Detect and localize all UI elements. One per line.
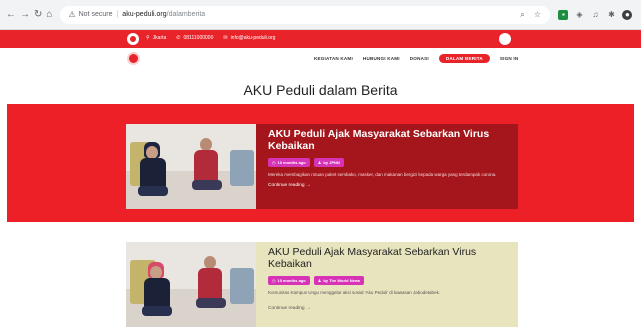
- author-badge[interactable]: ♟ by JPNN: [313, 158, 344, 167]
- post-title[interactable]: AKU Peduli Ajak Masyarakat Sebarkan Viru…: [268, 128, 508, 152]
- user-icon: ♟: [317, 160, 322, 165]
- user-icon[interactable]: [499, 33, 511, 45]
- contact-location-text: Jkarta: [152, 35, 167, 41]
- zoom-icon[interactable]: ⌕: [517, 10, 527, 20]
- author-text: by JPNN: [323, 160, 340, 165]
- pin-icon: ⚲: [146, 35, 150, 41]
- post-meta: ◷ 10 months ago ♟ by JPNN: [268, 158, 508, 167]
- menu-item-sign-in[interactable]: SIGN IN: [500, 56, 519, 61]
- menu-item-dalam-berita[interactable]: DALAM BERITA: [438, 54, 490, 63]
- back-icon[interactable]: ←: [6, 8, 16, 22]
- author-badge[interactable]: ♟ by The World News: [313, 276, 365, 285]
- date-text: 10 months ago: [277, 278, 306, 283]
- security-label: Not secure: [78, 11, 113, 18]
- contact-email-text: info@aku-peduli.org: [230, 35, 276, 41]
- contact-location: ⚲ Jkarta: [146, 35, 166, 41]
- site-header: KEGIATAN KAMI HUBUNGI KAMI DONASI DALAM …: [0, 48, 641, 70]
- extension-icon[interactable]: ◈: [574, 10, 584, 20]
- url-host: aku-peduli.org: [122, 11, 167, 18]
- address-bar[interactable]: ⚠ Not secure | aku-peduli.org/dalamberit…: [60, 5, 551, 24]
- contact-phone-text: 08111000000: [183, 35, 214, 41]
- contact-email[interactable]: ✉ info@aku-peduli.org: [223, 35, 275, 41]
- menu-item-hubungi[interactable]: HUBUNGI KAMI: [363, 56, 400, 61]
- contact-list: ⚲ Jkarta ✆ 08111000000 ✉ info@aku-peduli.or…: [146, 35, 275, 41]
- clock-icon: ◷: [272, 278, 276, 283]
- browser-toolbar: ← → ↻ ⌂ ⚠ Not secure | aku-peduli.org/da…: [0, 0, 641, 30]
- post-title[interactable]: AKU Peduli Ajak Masyarakat Sebarkan Viru…: [268, 246, 508, 270]
- post-meta: ◷ 10 months ago ♟ by The World News: [268, 276, 508, 285]
- page-title: AKU Peduli dalam Berita: [243, 82, 398, 98]
- menu-item-donasi[interactable]: DONASI: [410, 56, 429, 61]
- post-thumbnail[interactable]: [126, 242, 256, 327]
- clock-icon: ◷: [272, 160, 276, 165]
- mail-icon: ✉: [223, 35, 228, 41]
- extension-icon[interactable]: ▪: [558, 9, 569, 20]
- address-divider: |: [116, 11, 119, 18]
- date-badge: ◷ 10 months ago: [268, 276, 310, 285]
- home-icon[interactable]: ⌂: [46, 8, 52, 22]
- contact-bar: ⚲ Jkarta ✆ 08111000000 ✉ info@aku-peduli.or…: [0, 30, 641, 48]
- continue-reading-link[interactable]: Continue reading →: [268, 183, 508, 188]
- brand-mark-icon: [127, 33, 139, 45]
- author-text: by The World News: [323, 278, 361, 283]
- bookmark-star-icon[interactable]: ☆: [532, 10, 542, 20]
- profile-avatar-icon[interactable]: ●: [622, 9, 633, 20]
- menu-item-kegiatan[interactable]: KEGIATAN KAMI: [314, 56, 353, 61]
- reload-icon[interactable]: ↻: [34, 8, 42, 22]
- user-icon: ♟: [317, 278, 322, 283]
- post-card: AKU Peduli Ajak Masyarakat Sebarkan Viru…: [126, 124, 518, 209]
- date-text: 10 months ago: [277, 160, 306, 165]
- main-menu: KEGIATAN KAMI HUBUNGI KAMI DONASI DALAM …: [314, 54, 518, 63]
- post-excerpt: Mereka membagikan rotuan paket sembako, …: [268, 172, 497, 177]
- continue-reading-link[interactable]: Continue reading →: [268, 306, 508, 311]
- url-path: /dalamberita: [166, 11, 206, 18]
- extensions-puzzle-icon[interactable]: ✱: [606, 10, 616, 20]
- phone-icon: ✆: [176, 35, 181, 41]
- post-excerpt: Komunitas Kampus Ungu menggelar aksi sos…: [268, 290, 441, 295]
- site-logo-icon[interactable]: [127, 52, 140, 65]
- forward-icon[interactable]: →: [20, 8, 30, 22]
- post-card: AKU Peduli Ajak Masyarakat Sebarkan Viru…: [126, 242, 518, 327]
- contact-phone[interactable]: ✆ 08111000000: [176, 35, 213, 41]
- warning-icon: ⚠: [68, 10, 76, 19]
- post-content: AKU Peduli Ajak Masyarakat Sebarkan Viru…: [256, 124, 518, 209]
- extension-icon[interactable]: ♫: [590, 10, 600, 20]
- date-badge: ◷ 10 months ago: [268, 158, 310, 167]
- post-thumbnail[interactable]: [126, 124, 256, 209]
- post-content: AKU Peduli Ajak Masyarakat Sebarkan Viru…: [256, 242, 518, 327]
